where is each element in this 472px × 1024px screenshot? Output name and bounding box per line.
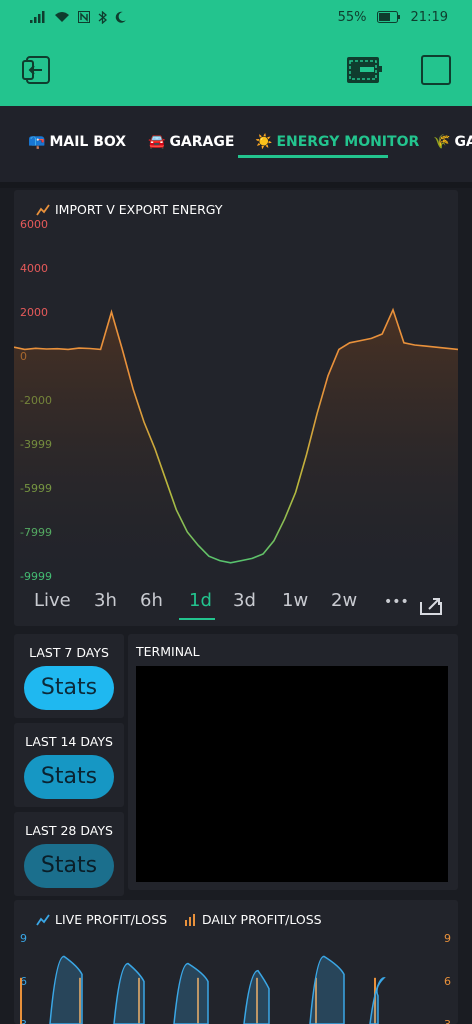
energy-chart[interactable]: 6000400020000-2000-3999-5999-7999-9999	[14, 190, 458, 590]
y-tick-right: 6	[444, 975, 451, 988]
stats-button-14-days[interactable]: Stats	[24, 755, 114, 799]
energy-chart-card: IMPORT V EXPORT ENERGY 6000400020000-200…	[14, 190, 458, 626]
range-1d[interactable]: 1d	[189, 590, 212, 611]
car-icon: 🚘	[148, 134, 166, 150]
live-series-hump	[243, 969, 270, 1024]
stats-label: LAST 14 DAYS	[25, 734, 113, 749]
battery-icon	[376, 11, 400, 23]
stats-label: LAST 28 DAYS	[25, 823, 113, 838]
y-tick-right: 3	[444, 1018, 451, 1024]
more-ranges-button[interactable]: •••	[384, 594, 409, 610]
terminal-card: TERMINAL	[128, 634, 458, 890]
y-tick-right: 9	[444, 932, 451, 945]
stats-button-7-days[interactable]: Stats	[24, 666, 114, 710]
profit-chart[interactable]: 963963	[14, 900, 458, 1024]
y-tick-label: 2000	[20, 306, 48, 319]
terminal-output[interactable]	[136, 666, 448, 882]
wheat-icon: 🌾	[433, 134, 451, 150]
tab-energy-monitor[interactable]: ☀️ ENERGY MONITOR	[255, 134, 419, 150]
battery-percent: 55%	[337, 9, 367, 25]
time-range-selector: Live 3h 6h 1d 3d 1w 2w •••	[14, 590, 458, 620]
tab-label: GA	[454, 134, 472, 150]
mailbox-icon: 📪	[28, 134, 46, 150]
signal-icon	[30, 11, 45, 23]
clock: 21:19	[410, 9, 448, 25]
range-3h[interactable]: 3h	[94, 590, 117, 611]
live-series-hump	[49, 955, 83, 1024]
y-tick-label: 4000	[20, 262, 48, 275]
live-series-hump	[173, 962, 209, 1024]
tab-label: MAIL BOX	[49, 134, 127, 150]
live-series-hump	[369, 977, 386, 1024]
sun-icon: ☀️	[255, 134, 273, 150]
status-icons-left	[30, 10, 127, 24]
square-icon[interactable]	[421, 55, 451, 85]
range-6h[interactable]: 6h	[140, 590, 163, 611]
status-bar: 55% 21:19	[0, 0, 472, 34]
active-range-indicator	[179, 618, 215, 620]
nfc-icon	[78, 11, 90, 23]
app-bar	[0, 34, 472, 106]
tab-mail-box[interactable]: 📪 MAIL BOX	[28, 134, 126, 150]
live-series-hump	[309, 955, 345, 1024]
energy-area	[14, 309, 458, 576]
profit-chart-card: LIVE PROFIT/LOSS DAILY PROFIT/LOSS 96396…	[14, 900, 458, 1024]
range-1w[interactable]: 1w	[282, 590, 308, 611]
range-3d[interactable]: 3d	[233, 590, 256, 611]
expand-icon[interactable]	[420, 597, 442, 615]
y-tick-label: 6000	[20, 218, 48, 231]
tab-ga[interactable]: 🌾 GA	[433, 134, 472, 150]
range-2w[interactable]: 2w	[331, 590, 357, 611]
tab-label: GARAGE	[169, 134, 235, 150]
tab-bar: 📪 MAIL BOX 🚘 GARAGE ☀️ ENERGY MONITOR 🌾 GA	[0, 106, 472, 182]
stats-label: LAST 7 DAYS	[29, 645, 109, 660]
wifi-icon	[55, 12, 69, 22]
status-icons-right: 55% 21:19	[338, 10, 448, 25]
moon-icon	[115, 11, 126, 23]
y-tick-left: 9	[20, 932, 27, 945]
daily-bar	[20, 977, 22, 1024]
terminal-title: TERMINAL	[136, 644, 200, 659]
tab-label: ENERGY MONITOR	[276, 134, 420, 150]
device-icon[interactable]	[346, 56, 382, 84]
tab-garage[interactable]: 🚘 GARAGE	[148, 134, 234, 150]
divider	[0, 182, 472, 188]
active-tab-indicator	[238, 155, 388, 158]
range-live[interactable]: Live	[34, 590, 71, 611]
stats-card-7-days: LAST 7 DAYS Stats	[14, 634, 124, 718]
live-series-hump	[113, 962, 145, 1024]
stats-button-28-days[interactable]: Stats	[24, 844, 114, 888]
exit-app-icon[interactable]	[22, 54, 54, 86]
stats-card-14-days: LAST 14 DAYS Stats	[14, 723, 124, 807]
stats-card-28-days: LAST 28 DAYS Stats	[14, 812, 124, 896]
bluetooth-icon	[98, 10, 107, 24]
